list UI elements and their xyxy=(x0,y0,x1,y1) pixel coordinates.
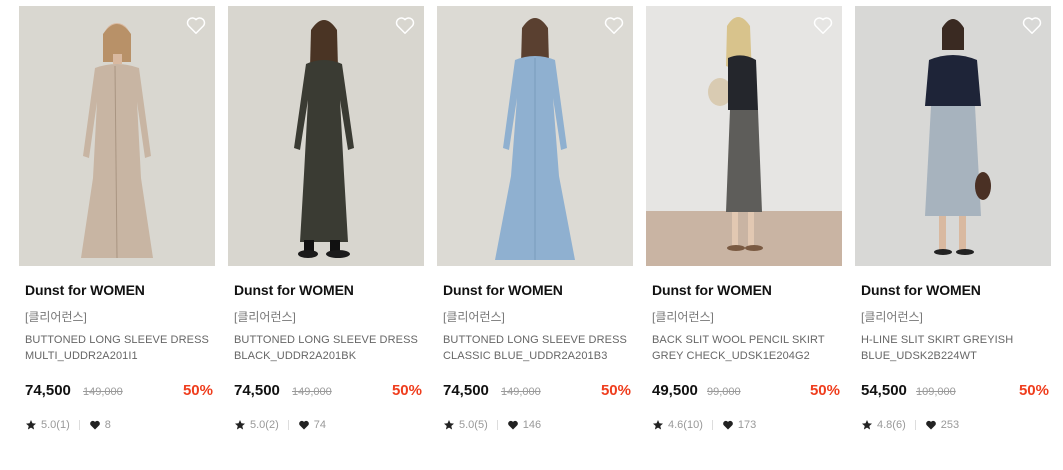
like-count[interactable]: 173 xyxy=(722,419,756,431)
product-category-tag: [클리어런스] xyxy=(443,310,505,324)
product-brand[interactable]: Dunst for WOMEN xyxy=(234,282,354,298)
discount-rate: 50% xyxy=(182,382,213,399)
product-stats: 5.0(1) 8 xyxy=(25,418,111,432)
sale-price: 74,500 xyxy=(25,382,71,399)
likes-text: 146 xyxy=(522,419,542,431)
product-category-tag: [클리어런스] xyxy=(652,310,714,324)
heart-filled-icon xyxy=(925,420,936,430)
likes-text: 173 xyxy=(737,419,757,431)
original-price: 99,000 xyxy=(707,386,741,398)
wishlist-heart-icon[interactable] xyxy=(394,14,416,36)
likes-text: 74 xyxy=(313,419,326,431)
heart-filled-icon xyxy=(298,420,309,430)
wishlist-heart-icon[interactable] xyxy=(812,14,834,36)
product-name[interactable]: H-LINE SLIT SKIRT GREYISH BLUE_UDSK2B224… xyxy=(861,332,1051,364)
original-price: 149,000 xyxy=(501,386,541,398)
rating-text: 5.0(2) xyxy=(250,419,279,431)
product-card[interactable]: Dunst for WOMEN [클리어런스] BUTTONED LONG SL… xyxy=(228,6,424,446)
original-price: 149,000 xyxy=(292,386,332,398)
discount-rate: 50% xyxy=(809,382,840,399)
discount-rate: 50% xyxy=(600,382,631,399)
star-icon xyxy=(444,420,454,430)
divider xyxy=(496,420,498,430)
product-image[interactable] xyxy=(19,6,215,266)
rating-text: 4.6(10) xyxy=(668,419,703,431)
product-card[interactable]: Dunst for WOMEN [클리어런스] BACK SLIT WOOL P… xyxy=(646,6,842,446)
product-stats: 5.0(5) 146 xyxy=(443,418,541,432)
star-icon xyxy=(653,420,663,430)
product-brand[interactable]: Dunst for WOMEN xyxy=(861,282,981,298)
rating-text: 4.8(6) xyxy=(877,419,906,431)
rating-text: 5.0(1) xyxy=(41,419,70,431)
sale-price: 49,500 xyxy=(652,382,698,399)
star-icon xyxy=(26,420,36,430)
product-image[interactable] xyxy=(855,6,1051,266)
like-count[interactable]: 146 xyxy=(507,419,541,431)
product-card[interactable]: Dunst for WOMEN [클리어런스] BUTTONED LONG SL… xyxy=(19,6,215,446)
heart-filled-icon xyxy=(507,420,518,430)
product-brand[interactable]: Dunst for WOMEN xyxy=(652,282,772,298)
like-count[interactable]: 253 xyxy=(925,419,959,431)
star-icon xyxy=(235,420,245,430)
likes-text: 253 xyxy=(940,419,960,431)
product-category-tag: [클리어런스] xyxy=(861,310,923,324)
product-image[interactable] xyxy=(228,6,424,266)
product-brand[interactable]: Dunst for WOMEN xyxy=(25,282,145,298)
product-image[interactable] xyxy=(437,6,633,266)
divider xyxy=(287,420,289,430)
product-category-tag: [클리어런스] xyxy=(234,310,296,324)
wishlist-heart-icon[interactable] xyxy=(603,14,625,36)
rating-text: 5.0(5) xyxy=(459,419,488,431)
product-card[interactable]: Dunst for WOMEN [클리어런스] H-LINE SLIT SKIR… xyxy=(855,6,1051,446)
original-price: 109,000 xyxy=(916,386,956,398)
product-name[interactable]: BUTTONED LONG SLEEVE DRESS BLACK_UDDR2A2… xyxy=(234,332,424,364)
product-grid: Dunst for WOMEN [클리어런스] BUTTONED LONG SL… xyxy=(0,0,1063,470)
original-price: 149,000 xyxy=(83,386,123,398)
product-card[interactable]: Dunst for WOMEN [클리어런스] BUTTONED LONG SL… xyxy=(437,6,633,446)
product-name[interactable]: BACK SLIT WOOL PENCIL SKIRT GREY CHECK_U… xyxy=(652,332,842,364)
like-count[interactable]: 8 xyxy=(89,419,111,431)
heart-filled-icon xyxy=(89,420,100,430)
likes-text: 8 xyxy=(104,419,111,431)
like-count[interactable]: 74 xyxy=(298,419,326,431)
discount-rate: 50% xyxy=(1018,382,1049,399)
sale-price: 54,500 xyxy=(861,382,907,399)
discount-rate: 50% xyxy=(391,382,422,399)
divider xyxy=(711,420,713,430)
product-name[interactable]: BUTTONED LONG SLEEVE DRESS CLASSIC BLUE_… xyxy=(443,332,633,364)
divider xyxy=(78,420,80,430)
sale-price: 74,500 xyxy=(234,382,280,399)
star-icon xyxy=(862,420,872,430)
wishlist-heart-icon[interactable] xyxy=(1021,14,1043,36)
divider xyxy=(914,420,916,430)
product-image[interactable] xyxy=(646,6,842,266)
sale-price: 74,500 xyxy=(443,382,489,399)
product-name[interactable]: BUTTONED LONG SLEEVE DRESS MULTI_UDDR2A2… xyxy=(25,332,215,364)
product-category-tag: [클리어런스] xyxy=(25,310,87,324)
heart-filled-icon xyxy=(723,420,733,430)
wishlist-heart-icon[interactable] xyxy=(185,14,207,36)
product-stats: 4.6(10) 173 xyxy=(652,418,756,432)
product-stats: 4.8(6) 253 xyxy=(861,418,959,432)
product-stats: 5.0(2) 74 xyxy=(234,418,326,432)
product-brand[interactable]: Dunst for WOMEN xyxy=(443,282,563,298)
